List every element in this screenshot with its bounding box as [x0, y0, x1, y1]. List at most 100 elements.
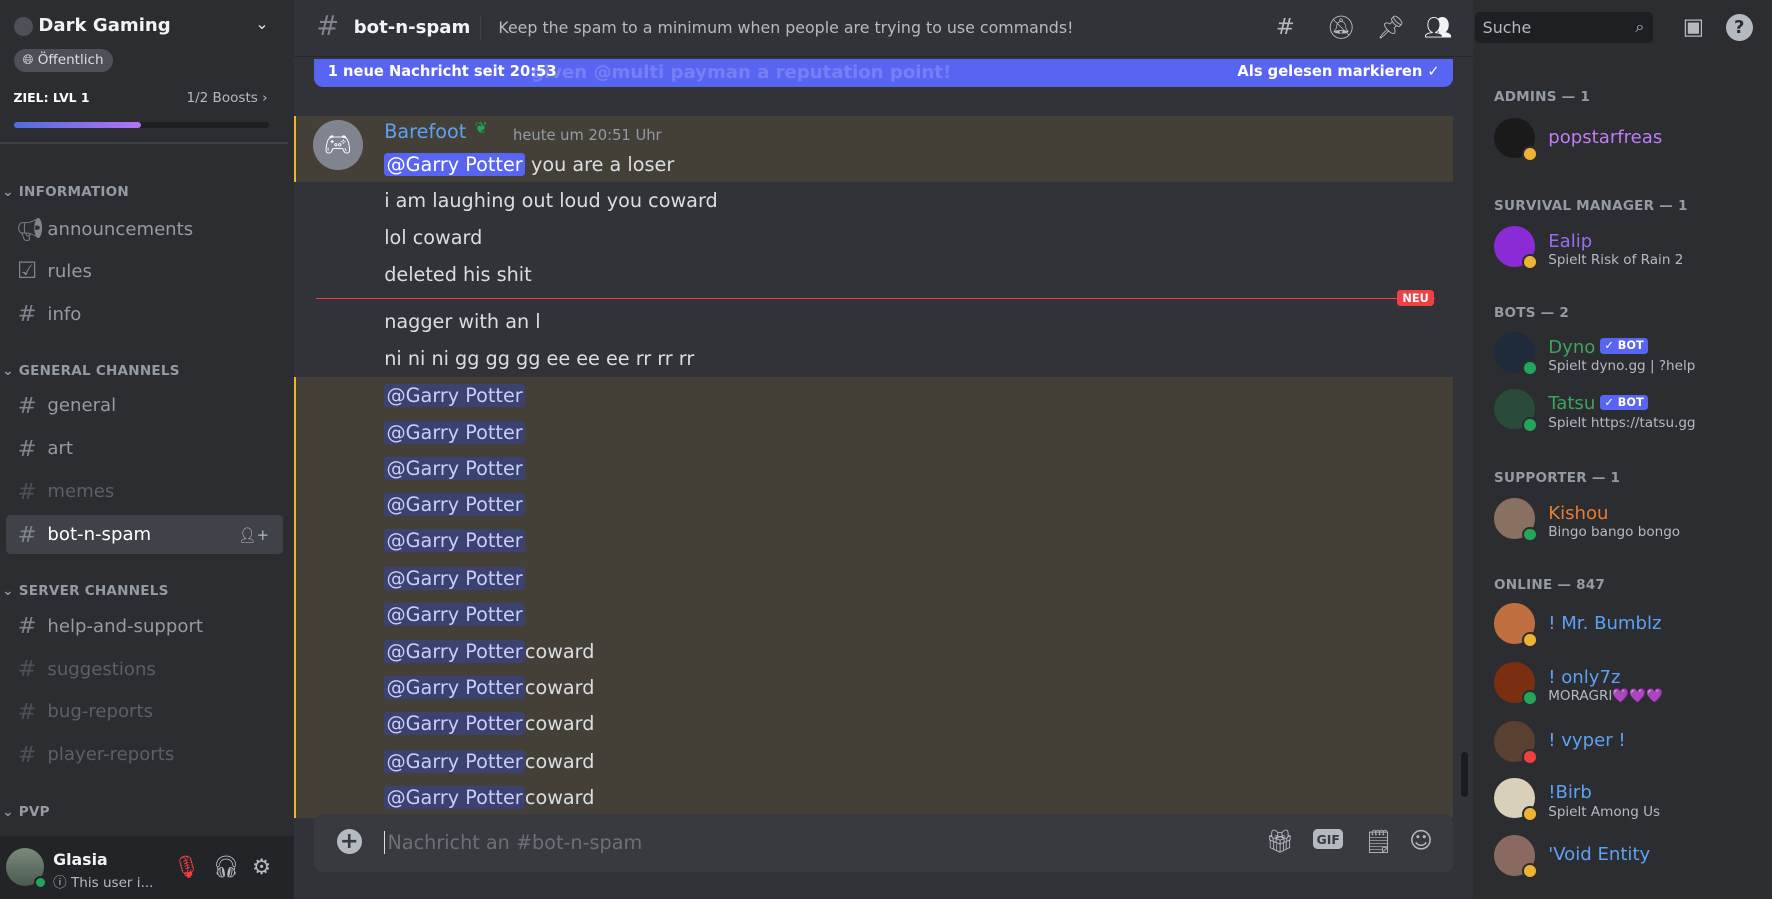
category-header[interactable]: ⌄ SERVER CHANNELS [2, 583, 168, 599]
chevron-down-icon[interactable]: ⌄ [255, 14, 268, 33]
gif-button[interactable]: GIF [1313, 829, 1344, 849]
sticker-icon[interactable]: 🗒︎ [1364, 828, 1393, 855]
boost-goal: ZIEL: LVL 1 [13, 90, 90, 106]
channel-bot-n-spam[interactable]: # bot-n-spam 👤︎+ [5, 515, 283, 554]
member-name: Tatsu [1548, 393, 1596, 415]
channel-label: general [47, 395, 117, 417]
message-line: i am laughing out loud you coward [384, 184, 717, 218]
category-header[interactable]: ⌄ PVP [2, 804, 50, 820]
channel-sidebar: Dark Gaming ⌄ 🌐︎ Öffentlich ZIEL: LVL 1 … [0, 0, 294, 899]
member-name: popstarfreas [1548, 126, 1663, 148]
status-online-icon [1522, 416, 1539, 433]
channel-topic[interactable]: Keep the spam to a minimum when people a… [498, 18, 1073, 37]
channel-player-reports[interactable]: # player-reports [6, 736, 283, 774]
channel-rules[interactable]: ☑ rules [6, 252, 283, 290]
channel-memes[interactable]: # memes [6, 472, 283, 510]
add-attachment-button[interactable]: + [336, 829, 362, 855]
inbox-icon[interactable]: ▣ [1683, 14, 1704, 40]
message-line: @Garry Potter [384, 488, 525, 522]
avatar [1493, 777, 1539, 822]
user-mention[interactable]: @Garry Potter [384, 383, 525, 407]
avatar[interactable]: 🎮︎ [313, 119, 363, 170]
user-mention[interactable]: @Garry Potter [384, 493, 525, 517]
gear-icon[interactable]: ⚙ [252, 855, 271, 880]
hash-icon: # [17, 741, 37, 768]
user-mention[interactable]: @Garry Potter [384, 640, 525, 664]
member-name: Kishou [1548, 502, 1609, 524]
member-name: 'Void Entity [1548, 844, 1651, 866]
status-idle-icon [1522, 145, 1539, 162]
gift-icon[interactable]: 🎁︎ [1266, 828, 1295, 855]
user-mention[interactable]: @Garry Potter [384, 529, 525, 553]
message-line: @Garry Potter you are a loser [384, 148, 674, 182]
message-line: @Garry Potter [384, 598, 525, 632]
user-mention[interactable]: @Garry Potter [384, 712, 525, 736]
message-text: coward [524, 749, 595, 773]
boost-count[interactable]: 1/2 Boosts › [186, 90, 267, 106]
member-name: Ealip [1548, 230, 1593, 252]
server-name[interactable]: Dark Gaming [38, 15, 170, 36]
chat-area: # bot-n-spam Keep the spam to a minimum … [293, 0, 1473, 899]
threads-icon[interactable]: # [1276, 14, 1295, 40]
hash-icon: # [316, 11, 340, 43]
pin-icon[interactable]: 📌︎ [1376, 14, 1405, 41]
channel-info[interactable]: # info [6, 295, 283, 333]
headphones-icon[interactable]: 🎧︎ [212, 855, 239, 880]
channel-art[interactable]: # art [6, 429, 283, 467]
search-input[interactable]: Suche ⌕ [1474, 12, 1654, 43]
message-author[interactable]: Barefoot [384, 120, 466, 143]
status-idle-icon [1522, 805, 1539, 822]
message-input[interactable]: Nachricht an #bot-n-spam [384, 830, 642, 854]
user-mention[interactable]: @Garry Potter [384, 457, 525, 481]
help-icon[interactable]: ? [1725, 13, 1753, 41]
bot-badge: ✓ BOT [1599, 338, 1649, 354]
user-mention[interactable]: @Garry Potter [384, 749, 525, 773]
channel-label: bot-n-spam [47, 524, 152, 546]
channel-help-and-support[interactable]: # help-and-support [6, 607, 283, 645]
hash-icon: # [17, 301, 37, 328]
user-status: ⓘ This user i... [53, 875, 154, 892]
hash-icon: # [17, 478, 37, 505]
category-header[interactable]: ⌄ INFORMATION [2, 184, 129, 200]
mic-muted-icon[interactable]: 🎙︎ [173, 855, 200, 880]
channel-suggestions[interactable]: # suggestions [6, 650, 283, 688]
message-line: nagger with an l [384, 305, 540, 339]
user-mention[interactable]: @Garry Potter [384, 785, 525, 809]
avatar [1493, 498, 1539, 543]
username: Glasia [53, 849, 108, 869]
user-mention[interactable]: @Garry Potter [384, 602, 525, 626]
message-composer[interactable]: + Nachricht an #bot-n-spam 🎁︎ GIF 🗒︎ ☺ [314, 813, 1454, 873]
new-messages-bar[interactable]: given @multi payman a reputation point! … [314, 58, 1454, 87]
member-activity: Spielt https://tatsu.gg [1548, 414, 1696, 431]
channel-general[interactable]: # general [6, 386, 283, 424]
user-mention[interactable]: @Garry Potter [384, 566, 525, 590]
invite-icon[interactable]: 👤︎+ [238, 526, 269, 544]
user-mention[interactable]: @Garry Potter [384, 153, 525, 177]
notifications-muted-icon[interactable]: 🔕︎ [1327, 14, 1356, 41]
user-panel: Glasia ⓘ This user i... 🎙︎ 🎧︎ ⚙ [0, 836, 294, 899]
channel-title: bot-n-spam [353, 16, 471, 38]
message-text: coward [524, 712, 595, 736]
category-header[interactable]: ⌄ GENERAL CHANNELS [2, 363, 179, 379]
search-icon: ⌕ [1635, 16, 1645, 36]
user-mention[interactable]: @Garry Potter [384, 420, 525, 444]
avatar [1493, 662, 1539, 707]
hash-icon: # [17, 656, 37, 682]
message-text: lol coward [384, 226, 483, 250]
mark-as-read-button[interactable]: Als gelesen markieren ✓ [1237, 63, 1439, 80]
hash-icon: # [17, 698, 37, 725]
status-idle-icon [1522, 631, 1539, 648]
member-name: Dyno [1548, 336, 1596, 358]
member-list-icon[interactable]: 👥︎ [1424, 14, 1453, 41]
channel-bug-reports[interactable]: # bug-reports [6, 693, 283, 731]
scrollbar[interactable] [1461, 751, 1468, 797]
user-mention[interactable]: @Garry Potter [384, 676, 525, 700]
message-text: coward [524, 676, 595, 700]
channel-announcements[interactable]: 📢︎ announcements [6, 210, 283, 248]
boost-progress-fill [13, 122, 142, 128]
status-online-icon [1522, 360, 1539, 377]
emoji-icon[interactable]: ☺ [1409, 828, 1433, 854]
member-list: Suche ⌕ ▣ ? ADMINS — 1 popstarfreas SURVIV… [1472, 0, 1772, 899]
message-line: @Garry Potter coward [384, 745, 594, 779]
avatar[interactable] [5, 847, 48, 890]
